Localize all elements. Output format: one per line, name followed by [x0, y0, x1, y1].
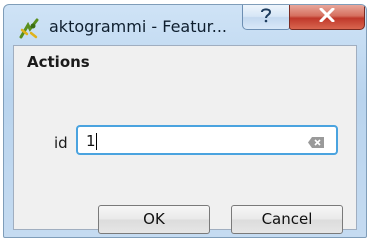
help-question-icon	[259, 7, 273, 28]
window-title: aktogrammi - Featur...	[49, 17, 227, 36]
actions-group-title: Actions	[27, 53, 90, 71]
dialog-content-panel: Actions id 1 OK Cancel	[13, 45, 357, 234]
close-x-icon	[319, 7, 335, 27]
cancel-button[interactable]: Cancel	[231, 205, 343, 234]
text-caret	[96, 133, 97, 150]
id-input-value: 1	[86, 132, 96, 150]
id-field-label: id	[54, 134, 68, 152]
close-button[interactable]	[289, 5, 365, 30]
feature-dialog-window: aktogrammi - Featur... Actions id 1 OK C…	[3, 4, 367, 238]
qgis-logo-icon	[18, 17, 40, 39]
clear-input-icon[interactable]	[308, 135, 324, 148]
id-input[interactable]: 1	[76, 125, 338, 155]
help-button[interactable]	[242, 5, 290, 30]
title-bar[interactable]: aktogrammi - Featur...	[4, 5, 366, 45]
ok-button[interactable]: OK	[98, 205, 210, 234]
